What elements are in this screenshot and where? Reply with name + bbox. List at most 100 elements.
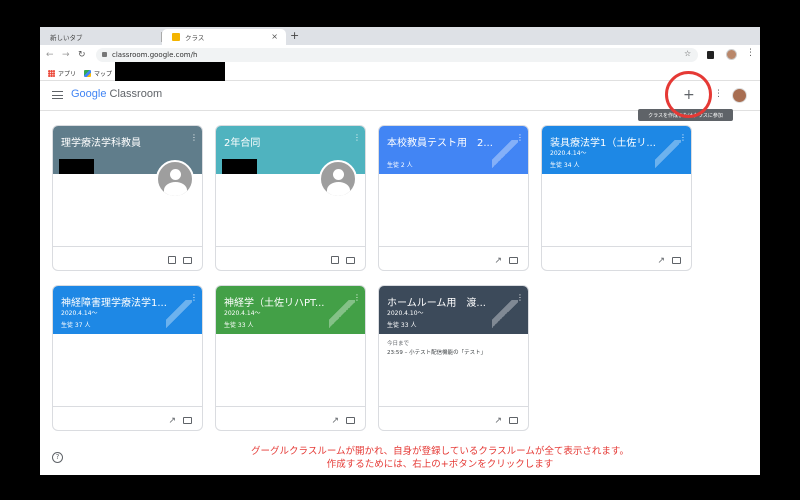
bookmark-label: アプリ: [58, 71, 77, 78]
tab-strip: 新しいタブ クラス × +: [40, 27, 760, 45]
student-work-icon[interactable]: [168, 256, 176, 264]
folder-icon[interactable]: [509, 417, 518, 424]
caption-line-2: 作成するためには、右上の+ボタンをクリックします: [326, 459, 554, 470]
forward-arrow-icon[interactable]: →: [62, 48, 70, 62]
teacher-avatar-icon: [156, 160, 194, 198]
url-text: classroom.google.com/h: [112, 51, 198, 59]
bookmark-maps[interactable]: マップ: [84, 69, 112, 78]
course-card[interactable]: ホームルーム用 渡... 2020.4.10～ 生徒 33 人 ⋮ 今日まで 23:59 …: [378, 285, 529, 431]
course-section: 2020.4.14～: [224, 310, 261, 317]
close-tab-icon[interactable]: ×: [271, 32, 278, 41]
course-title[interactable]: 理学療法学科教員: [61, 134, 141, 149]
account-avatar[interactable]: [732, 88, 747, 103]
course-student-count: 生徒 34 人: [550, 162, 580, 169]
course-theme-illustration: [655, 140, 681, 170]
course-card[interactable]: 神経学（土佐リハPT... 2020.4.14～ 生徒 33 人 ⋮ ↗: [215, 285, 366, 431]
address-bar[interactable]: classroom.google.com/h: [96, 48, 698, 62]
annotation-caption: グーグルクラスルームが開かれ、自身が登録しているクラスルームが全て表示されます。…: [200, 445, 680, 471]
course-section: 2020.4.14～: [61, 310, 98, 317]
course-card-footer: ↗: [216, 406, 365, 430]
course-card[interactable]: 2年合同 ⋮: [215, 125, 366, 271]
folder-icon[interactable]: [346, 417, 355, 424]
course-title[interactable]: 装具療法学1（土佐リ...: [550, 134, 656, 149]
screen: 新しいタブ クラス × + ← → ↻ classroom.google.com…: [0, 0, 800, 500]
course-student-count: 生徒 2 人: [387, 162, 413, 169]
maps-icon: [84, 70, 91, 77]
course-title[interactable]: 本校教員テスト用 2...: [387, 134, 493, 149]
course-card-header[interactable]: 神経障害理学療法学1... 2020.4.14～ 生徒 37 人 ⋮: [53, 286, 202, 334]
tab-classroom[interactable]: クラス ×: [162, 29, 286, 45]
course-card-footer: [53, 246, 202, 270]
course-section: 2020.4.14～: [550, 150, 587, 157]
folder-icon[interactable]: [346, 257, 355, 264]
course-title[interactable]: 神経学（土佐リハPT...: [224, 294, 325, 309]
browser-profile-icon[interactable]: [726, 49, 737, 60]
redacted-bookmarks: [115, 62, 225, 81]
logo-google: Google: [71, 88, 107, 100]
gradebook-trend-icon[interactable]: ↗: [331, 416, 339, 426]
course-student-count: 生徒 33 人: [387, 322, 417, 329]
back-arrow-icon[interactable]: ←: [46, 48, 54, 62]
annotation-red-circle: [665, 71, 712, 118]
bookmark-label: マップ: [94, 71, 113, 78]
google-classroom-logo[interactable]: Google Classroom: [71, 88, 162, 100]
course-student-count: 生徒 33 人: [224, 322, 254, 329]
redacted-teacher-name: [59, 159, 94, 174]
caption-line-1: グーグルクラスルームが開かれ、自身が登録しているクラスルームが全て表示されます。: [251, 446, 629, 457]
course-card[interactable]: 理学療法学科教員 ⋮: [52, 125, 203, 271]
course-student-count: 生徒 37 人: [61, 322, 91, 329]
course-card-header[interactable]: 装具療法学1（土佐リ... 2020.4.14～ 生徒 34 人 ⋮: [542, 126, 691, 174]
gradebook-trend-icon[interactable]: ↗: [494, 416, 502, 426]
browser-menu-icon[interactable]: ⋮: [746, 48, 755, 58]
course-card[interactable]: 装具療法学1（土佐リ... 2020.4.14～ 生徒 34 人 ⋮ ↗: [541, 125, 692, 271]
teacher-avatar-icon: [319, 160, 357, 198]
tab-label: クラス: [185, 34, 205, 42]
course-card-header[interactable]: ホームルーム用 渡... 2020.4.10～ 生徒 33 人 ⋮: [379, 286, 528, 334]
course-card[interactable]: 神経障害理学療法学1... 2020.4.14～ 生徒 37 人 ⋮ ↗: [52, 285, 203, 431]
course-card-footer: ↗: [379, 406, 528, 430]
due-assignment-link[interactable]: 23:59 – 小テスト配信機能の「テスト」: [387, 349, 522, 358]
course-title[interactable]: 2年合同: [224, 134, 260, 149]
course-card-footer: ↗: [379, 246, 528, 270]
gradebook-trend-icon[interactable]: ↗: [657, 256, 665, 266]
course-theme-illustration: [492, 140, 518, 170]
course-title[interactable]: 神経障害理学療法学1...: [61, 294, 167, 309]
due-label: 今日まで: [387, 341, 410, 347]
folder-icon[interactable]: [183, 257, 192, 264]
tab-label: 新しいタブ: [50, 34, 83, 42]
course-theme-illustration: [329, 300, 355, 330]
course-card-header[interactable]: 神経学（土佐リハPT... 2020.4.14～ 生徒 33 人 ⋮: [216, 286, 365, 334]
course-options-icon[interactable]: ⋮: [353, 133, 361, 142]
course-card-footer: [216, 246, 365, 270]
gradebook-trend-icon[interactable]: ↗: [168, 416, 176, 426]
gradebook-trend-icon[interactable]: ↗: [494, 256, 502, 266]
new-tab-button[interactable]: +: [290, 29, 299, 43]
course-theme-illustration: [166, 300, 192, 330]
classroom-favicon-icon: [172, 33, 180, 41]
google-apps-icon[interactable]: ⋮: [714, 89, 723, 99]
main-menu-icon[interactable]: [52, 91, 63, 99]
course-card-footer: ↗: [53, 406, 202, 430]
folder-icon[interactable]: [183, 417, 192, 424]
redacted-teacher-name: [222, 159, 257, 174]
apps-grid-icon: [48, 70, 55, 77]
tab-new-tab[interactable]: 新しいタブ: [40, 29, 162, 45]
classroom-header: Google Classroom: [40, 81, 760, 111]
course-section: 2020.4.10～: [387, 310, 424, 317]
course-title[interactable]: ホームルーム用 渡...: [387, 294, 486, 309]
student-work-icon[interactable]: [331, 256, 339, 264]
reload-icon[interactable]: ↻: [78, 48, 86, 62]
course-theme-illustration: [492, 300, 518, 330]
bookmark-star-icon[interactable]: ☆: [684, 49, 691, 58]
course-due-list: 今日まで 23:59 – 小テスト配信機能の「テスト」: [387, 340, 522, 358]
course-card-header[interactable]: 本校教員テスト用 2... 生徒 2 人 ⋮: [379, 126, 528, 174]
browser-window: 新しいタブ クラス × + ← → ↻ classroom.google.com…: [40, 27, 760, 475]
folder-icon[interactable]: [509, 257, 518, 264]
help-icon[interactable]: ?: [52, 452, 63, 463]
extension-icon[interactable]: [707, 51, 714, 59]
course-options-icon[interactable]: ⋮: [190, 133, 198, 142]
bookmark-apps[interactable]: アプリ: [48, 69, 76, 78]
logo-classroom: Classroom: [109, 88, 163, 100]
course-card[interactable]: 本校教員テスト用 2... 生徒 2 人 ⋮ ↗: [378, 125, 529, 271]
folder-icon[interactable]: [672, 257, 681, 264]
